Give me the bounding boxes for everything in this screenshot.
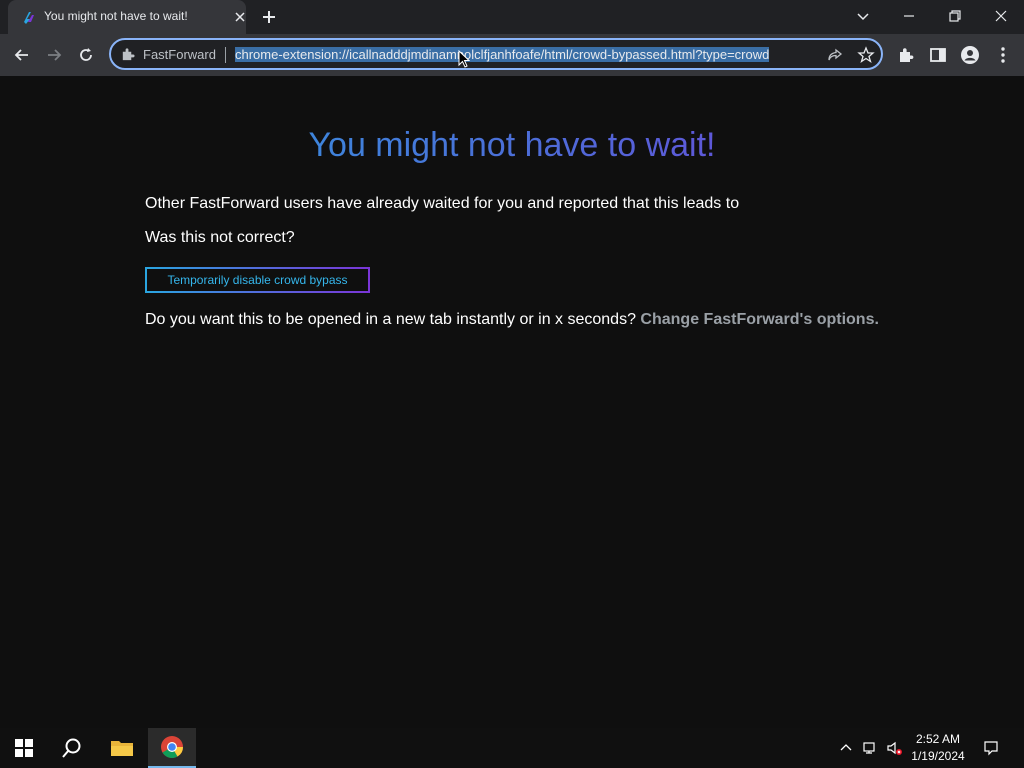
options-paragraph: Do you want this to be opened in a new t… (145, 311, 879, 329)
options-prompt-text: Do you want this to be opened in a new t… (145, 311, 636, 328)
bookmark-star-icon[interactable] (857, 46, 875, 64)
tab-title: You might not have to wait! (44, 9, 188, 23)
url-selected-text[interactable]: chrome-extension://icallnadddjmdinamnolc… (235, 47, 770, 62)
search-button[interactable] (48, 728, 96, 768)
extension-name-chip: FastForward (143, 47, 216, 62)
clock-time: 2:52 AM (915, 732, 961, 746)
folder-icon (111, 741, 133, 756)
tab-strip: You might not have to wait! (0, 0, 1024, 34)
volume-muted-icon[interactable] (886, 740, 902, 756)
side-panel-icon[interactable] (928, 45, 948, 65)
browser-toolbar: FastForward chrome-extension://icallnadd… (0, 34, 1024, 76)
minimize-icon[interactable] (899, 6, 919, 26)
notifications-icon[interactable] (983, 740, 999, 756)
network-icon[interactable] (862, 740, 878, 756)
url-text[interactable]: chrome-extension://icallnadddjmdinamnolc… (235, 45, 817, 65)
profile-avatar-icon[interactable] (960, 45, 980, 65)
show-hidden-icons-chevron-icon[interactable] (838, 740, 854, 756)
restore-icon[interactable] (945, 6, 965, 26)
disable-crowd-bypass-button[interactable]: Temporarily disable crowd bypass (145, 267, 370, 293)
search-icon (62, 738, 81, 758)
chrome-logo-icon (161, 736, 183, 758)
puzzle-piece-icon (122, 48, 135, 61)
windows-logo-icon (15, 739, 33, 757)
omnibox-separator (225, 47, 226, 63)
tab-close-icon[interactable] (232, 9, 248, 25)
tab-search-chevron-icon[interactable] (853, 6, 873, 26)
file-explorer-button[interactable] (98, 728, 146, 768)
forward-arrow-icon[interactable] (44, 45, 64, 65)
chrome-taskbar-button[interactable] (148, 728, 196, 768)
window-close-icon[interactable] (991, 6, 1011, 26)
system-clock[interactable]: 2:52 AM 1/19/2024 (908, 731, 968, 765)
extensions-puzzle-icon[interactable] (896, 45, 916, 65)
windows-taskbar: 2:52 AM 1/19/2024 (0, 728, 1024, 768)
intro-text: Other FastForward users have already wai… (145, 195, 740, 212)
share-icon[interactable] (826, 46, 844, 64)
reload-icon[interactable] (76, 45, 96, 65)
address-bar[interactable]: FastForward chrome-extension://icallnadd… (109, 38, 883, 70)
new-tab-icon[interactable] (260, 8, 278, 26)
fastforward-favicon-icon (24, 12, 34, 24)
browser-tab[interactable]: You might not have to wait! (8, 0, 246, 34)
menu-kebab-icon[interactable] (993, 45, 1013, 65)
page-title: You might not have to wait! (0, 126, 1024, 165)
change-options-link[interactable]: Change FastForward's options. (640, 311, 879, 328)
back-arrow-icon[interactable] (12, 45, 32, 65)
page-content: You might not have to wait! Other FastFo… (0, 76, 1024, 726)
clock-date: 1/19/2024 (911, 749, 965, 763)
mouse-cursor-icon (458, 50, 470, 68)
question-text: Was this not correct? (145, 229, 295, 246)
start-button[interactable] (0, 728, 48, 768)
